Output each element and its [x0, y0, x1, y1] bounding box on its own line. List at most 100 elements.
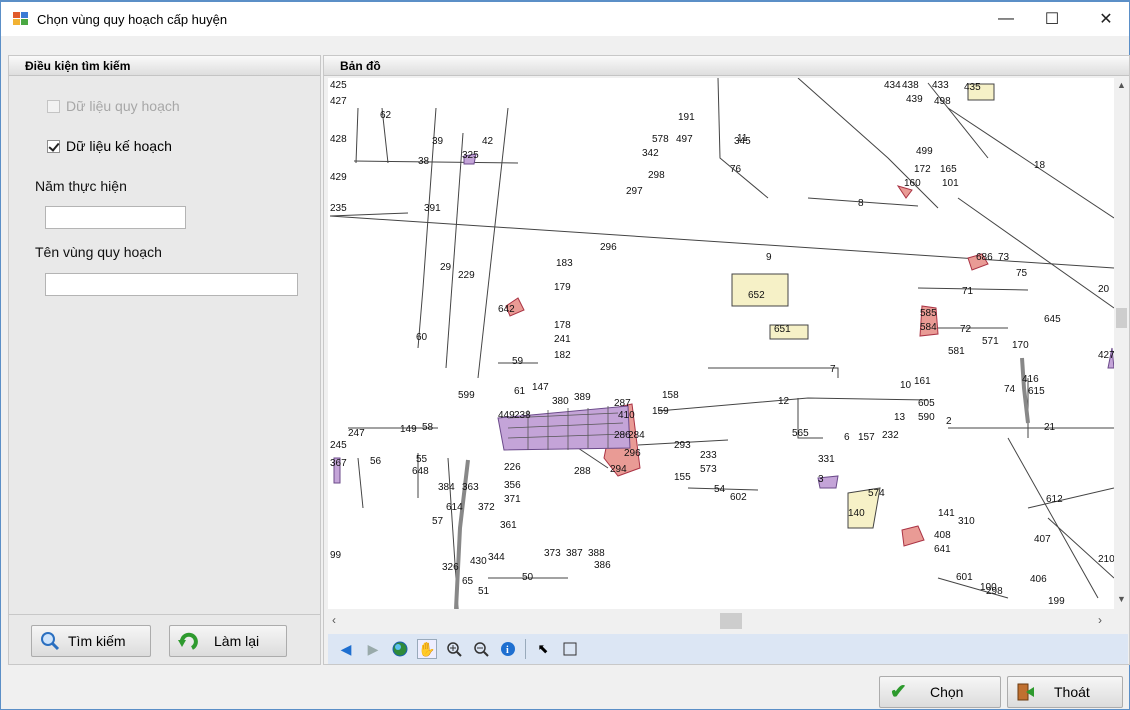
map-parcel-label: 99 [330, 550, 342, 561]
map-canvas[interactable]: 425 427 62 428 429 235 38 39 325 42 391 191 578 497 34… [328, 78, 1114, 609]
map-parcel-label: 652 [748, 290, 765, 301]
map-parcel-label: 571 [982, 336, 999, 347]
map-parcel-label: 101 [942, 178, 959, 189]
checkmark-icon: ✔ [890, 681, 907, 703]
map-vertical-scrollbar[interactable]: ▲ ▼ [1114, 78, 1129, 633]
map-parcel-label: 58 [422, 422, 434, 433]
map-parcel-label: 380 [552, 396, 569, 407]
map-parcel-label: 325 [462, 150, 479, 161]
minimize-button[interactable]: — [983, 2, 1029, 36]
map-parcel-label: 449 [498, 410, 515, 421]
map-parcel-label: 372 [478, 502, 495, 513]
scroll-right-icon[interactable]: › [1098, 613, 1102, 627]
map-parcel-label: 57 [432, 516, 444, 527]
back-arrow-icon[interactable]: ◀ [336, 639, 356, 659]
map-parcel-label: 373 [544, 548, 561, 559]
map-parcel-label: 326 [442, 562, 459, 573]
zoom-in-icon[interactable] [444, 639, 464, 659]
horizontal-scroll-thumb[interactable] [720, 613, 742, 629]
zone-label: Tên vùng quy hoạch [35, 244, 162, 260]
map-parcel-label: 21 [1044, 422, 1056, 433]
map-parcel-label: 410 [618, 410, 635, 421]
maximize-button[interactable]: ☐ [1029, 2, 1075, 36]
map-parcel-label: 296 [624, 448, 641, 459]
map-parcel-label: 386 [594, 560, 611, 571]
map-parcel-label: 155 [674, 472, 691, 483]
map-parcel-label: 498 [934, 96, 951, 107]
map-parcel-label: 573 [700, 464, 717, 475]
checkbox-checked-icon [47, 139, 60, 153]
checkbox-icon [47, 99, 60, 113]
map-horizontal-scrollbar[interactable]: ‹ › [328, 610, 1114, 632]
map-parcel-label: 438 [902, 80, 919, 91]
map-parcel-label: 439 [906, 94, 923, 105]
map-parcel-label: 407 [1034, 534, 1051, 545]
map-parcel-label: 74 [1004, 384, 1016, 395]
pan-hand-icon[interactable]: ✋ [417, 639, 437, 659]
map-parcel-label: 245 [330, 440, 347, 451]
globe-icon[interactable] [390, 639, 410, 659]
exit-button[interactable]: Thoát [1007, 676, 1123, 708]
chk-quy-hoach-label: Dữ liệu quy hoạch [66, 98, 180, 114]
reset-button[interactable]: Làm lại [169, 625, 287, 657]
dialog-footer: ✔ Chọn Thoát [1, 672, 1129, 710]
choose-button[interactable]: ✔ Chọn [879, 676, 1001, 708]
chk-ke-hoach-label: Dữ liệu kế hoạch [66, 138, 172, 154]
map-parcel-label: 56 [370, 456, 382, 467]
forward-arrow-icon[interactable]: ▶ [363, 639, 383, 659]
chk-du-lieu-ke-hoach[interactable]: Dữ liệu kế hoạch [47, 138, 172, 154]
vertical-scroll-thumb[interactable] [1116, 308, 1127, 328]
map-parcel-label: 140 [848, 508, 865, 519]
map-parcel-label: 342 [642, 148, 659, 159]
map-parcel-label: 584 [920, 322, 937, 333]
map-parcel-label: 29 [440, 262, 452, 273]
map-parcel-label: 590 [918, 412, 935, 423]
title-bar: Chọn vùng quy hoạch cấp huyện — ☐ ✕ [1, 2, 1129, 36]
map-parcel-label: 581 [948, 346, 965, 357]
map-parcel-label: 406 [1030, 574, 1047, 585]
map-parcel-label: 247 [348, 428, 365, 439]
map-parcel-label: 651 [774, 324, 791, 335]
map-parcel-label: 178 [554, 320, 571, 331]
map-parcel-label: 429 [330, 172, 347, 183]
map-parcel-label: 434 [884, 80, 901, 91]
map-toolbar: ◀ ▶ ✋ i ⬉ [328, 634, 1128, 664]
map-parcel-label: 161 [914, 376, 931, 387]
map-parcel-label: 233 [700, 450, 717, 461]
search-button[interactable]: Tìm kiếm [31, 625, 151, 657]
chk-du-lieu-quy-hoach[interactable]: Dữ liệu quy hoạch [47, 98, 180, 114]
map-parcel-label: 61 [514, 386, 526, 397]
map-parcel-label: 18 [1034, 160, 1046, 171]
map-parcel-label: 425 [330, 80, 347, 91]
close-button[interactable]: ✕ [1083, 2, 1129, 36]
map-parcel-label: 65 [462, 576, 474, 587]
map-parcel-label: 615 [1028, 386, 1045, 397]
map-parcel-label: 210 [1098, 554, 1114, 565]
map-parcel-label: 62 [380, 110, 392, 121]
map-parcel-label: 391 [424, 203, 441, 214]
close-icon: ✕ [1099, 11, 1113, 28]
map-parcel-label: 408 [934, 530, 951, 541]
map-parcel-label: 499 [916, 146, 933, 157]
scroll-up-icon[interactable]: ▲ [1117, 80, 1126, 90]
dialog-window: Chọn vùng quy hoạch cấp huyện — ☐ ✕ Điều… [0, 0, 1130, 710]
map-parcel-label: 159 [652, 406, 669, 417]
info-icon[interactable]: i [498, 639, 518, 659]
map-parcel-label: 182 [554, 350, 571, 361]
map-parcel-label: 51 [478, 586, 490, 597]
zone-name-input[interactable] [45, 273, 298, 296]
map-parcel-label: 50 [522, 572, 534, 583]
map-parcel-label: 73 [998, 252, 1010, 263]
map-parcel-label: 427 [1098, 350, 1114, 361]
year-input[interactable] [45, 206, 186, 229]
map-parcel-label: 9 [766, 252, 772, 263]
scroll-left-icon[interactable]: ‹ [332, 613, 336, 627]
select-rect-icon[interactable] [560, 639, 580, 659]
map-parcel-label: 287 [614, 398, 631, 409]
map-parcel-label: 7 [830, 364, 836, 375]
map-parcel-label: 388 [588, 548, 605, 559]
map-parcel-label: 384 [438, 482, 455, 493]
scroll-down-icon[interactable]: ▼ [1117, 594, 1126, 604]
zoom-out-icon[interactable] [471, 639, 491, 659]
select-arrow-icon[interactable]: ⬉ [533, 639, 553, 659]
